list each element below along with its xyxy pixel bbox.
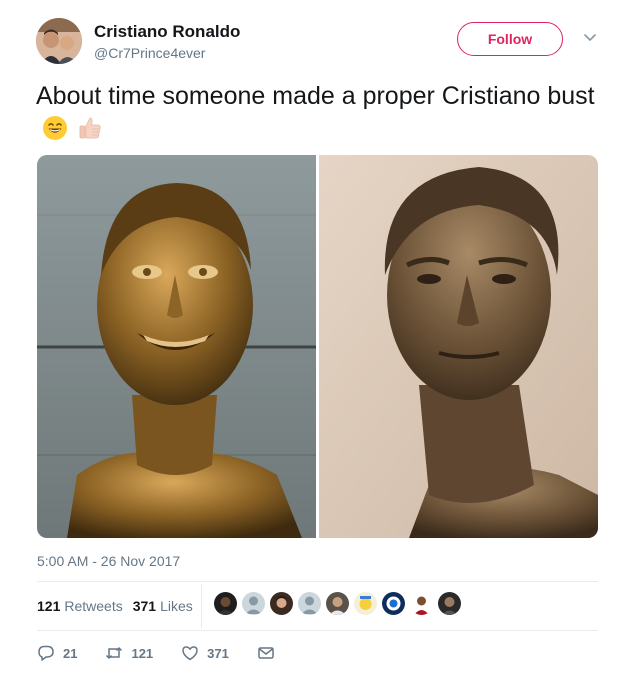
thumbs-up-icon — [79, 117, 101, 139]
tweet-body: About time someone made a proper Cristia… — [36, 82, 595, 110]
retweet-count: 121 — [131, 645, 154, 661]
envelope-icon — [258, 647, 274, 659]
chevron-down-icon[interactable] — [580, 28, 600, 48]
reply-icon — [38, 645, 54, 661]
liker-avatar[interactable] — [242, 592, 265, 615]
media-photo-right[interactable] — [319, 155, 598, 538]
tweet-text: About time someone made a proper Cristia… — [36, 80, 596, 146]
tweet-media[interactable] — [37, 155, 598, 538]
retweets-label[interactable]: Retweets — [64, 598, 122, 614]
tweet-stats: 121 Retweets 371 Likes — [37, 593, 203, 619]
liker-avatar[interactable] — [298, 592, 321, 615]
liker-avatar[interactable] — [326, 592, 349, 615]
retweets-count[interactable]: 121 — [37, 598, 60, 614]
author-handle[interactable]: @Cr7Prince4ever — [94, 45, 205, 61]
liker-avatar[interactable] — [438, 592, 461, 615]
grinning-face-icon — [43, 116, 67, 140]
divider-bottom — [37, 630, 598, 631]
reply-count: 21 — [63, 645, 78, 661]
author-name[interactable]: Cristiano Ronaldo — [94, 22, 240, 42]
liker-avatar[interactable] — [410, 592, 433, 615]
likes-count[interactable]: 371 — [133, 598, 156, 614]
tweet-timestamp[interactable]: 5:00 AM - 26 Nov 2017 — [37, 553, 180, 569]
retweet-button[interactable]: 121 — [105, 644, 153, 662]
tweet-header: Cristiano Ronaldo @Cr7Prince4ever Follow — [36, 18, 606, 70]
stats-separator — [201, 584, 202, 628]
divider-top — [37, 581, 598, 582]
author-avatar[interactable] — [36, 18, 82, 64]
liker-avatar[interactable] — [382, 592, 405, 615]
liker-avatars — [214, 592, 461, 615]
liker-avatar[interactable] — [214, 592, 237, 615]
heart-icon — [182, 646, 198, 661]
reply-button[interactable]: 21 — [37, 644, 77, 662]
tweet-actions: 21 121 371 — [37, 641, 311, 665]
follow-button[interactable]: Follow — [457, 22, 563, 56]
likes-label[interactable]: Likes — [160, 598, 193, 614]
retweet-icon — [106, 646, 123, 660]
media-photo-left[interactable] — [37, 155, 316, 538]
liker-avatar[interactable] — [270, 592, 293, 615]
like-button[interactable]: 371 — [181, 644, 229, 662]
like-count: 371 — [207, 645, 229, 661]
message-button[interactable] — [257, 644, 283, 662]
liker-avatar[interactable] — [354, 592, 377, 615]
